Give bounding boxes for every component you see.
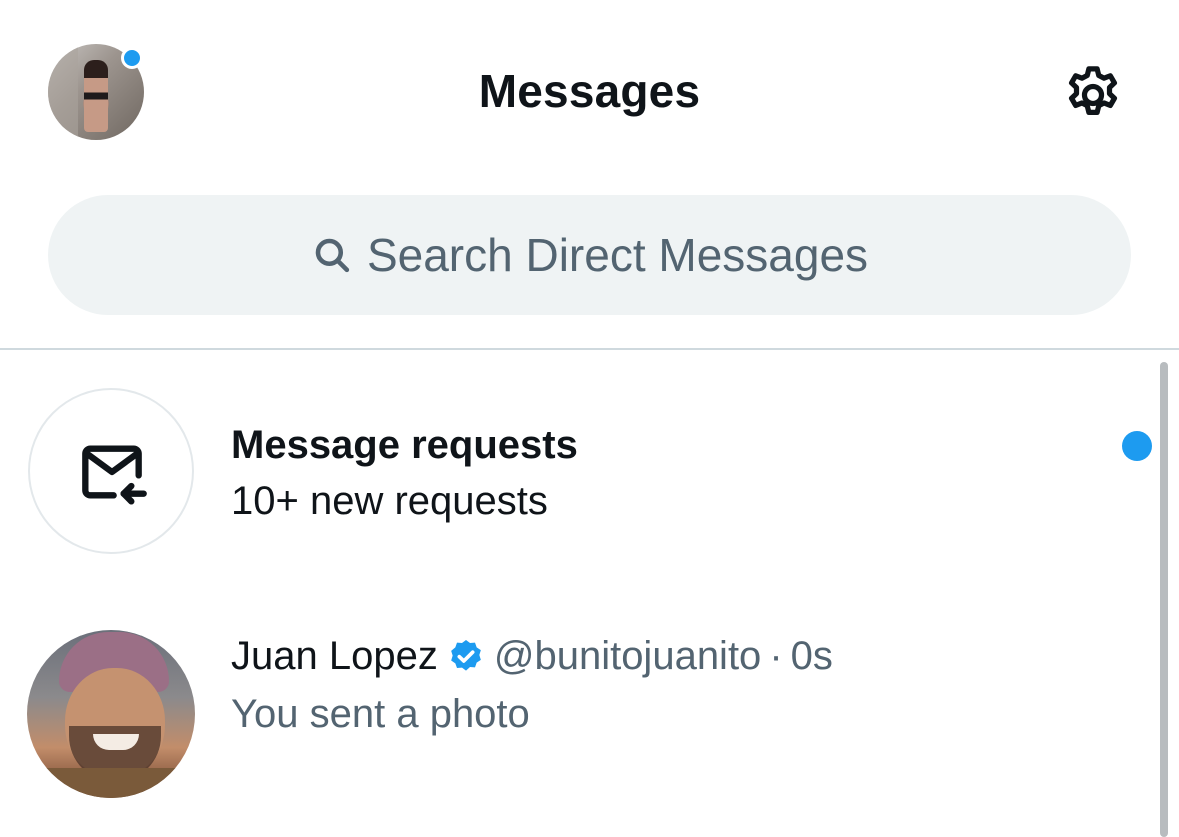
- search-icon: [315, 238, 350, 273]
- avatar[interactable]: [27, 630, 195, 798]
- section-divider: [0, 348, 1179, 350]
- unread-indicator: [1122, 431, 1152, 461]
- timestamp-separator: ·: [769, 634, 783, 678]
- page-title: Messages: [478, 65, 701, 117]
- message-requests-icon-container: [28, 388, 194, 554]
- conversation-header: Juan Lopez @bunitojuanito · 0s: [231, 634, 833, 679]
- conversation-row[interactable]: Juan Lopez @bunitojuanito · 0s You sent …: [0, 610, 1150, 810]
- message-requests-row[interactable]: Message requests 10+ new requests: [0, 380, 1152, 570]
- message-requests-subtitle: 10+ new requests: [231, 479, 548, 523]
- verified-badge-icon: [451, 639, 481, 671]
- search-placeholder: Search Direct Messages: [366, 229, 869, 281]
- search-bar[interactable]: Search Direct Messages: [48, 195, 1131, 315]
- gear-icon[interactable]: [1060, 62, 1126, 128]
- scrollbar[interactable]: [1160, 362, 1168, 837]
- message-request-icon: [82, 445, 147, 505]
- search-content: Search Direct Messages: [311, 228, 868, 282]
- conversation-name: Juan Lopez: [231, 634, 438, 678]
- top-bar: Messages: [0, 0, 1179, 190]
- conversation-time: 0s: [790, 634, 833, 678]
- conversation-handle: @bunitojuanito: [493, 634, 762, 678]
- avatar-photo-coat: [27, 768, 195, 798]
- message-requests-title: Message requests: [231, 423, 578, 467]
- conversation-preview: You sent a photo: [231, 692, 530, 736]
